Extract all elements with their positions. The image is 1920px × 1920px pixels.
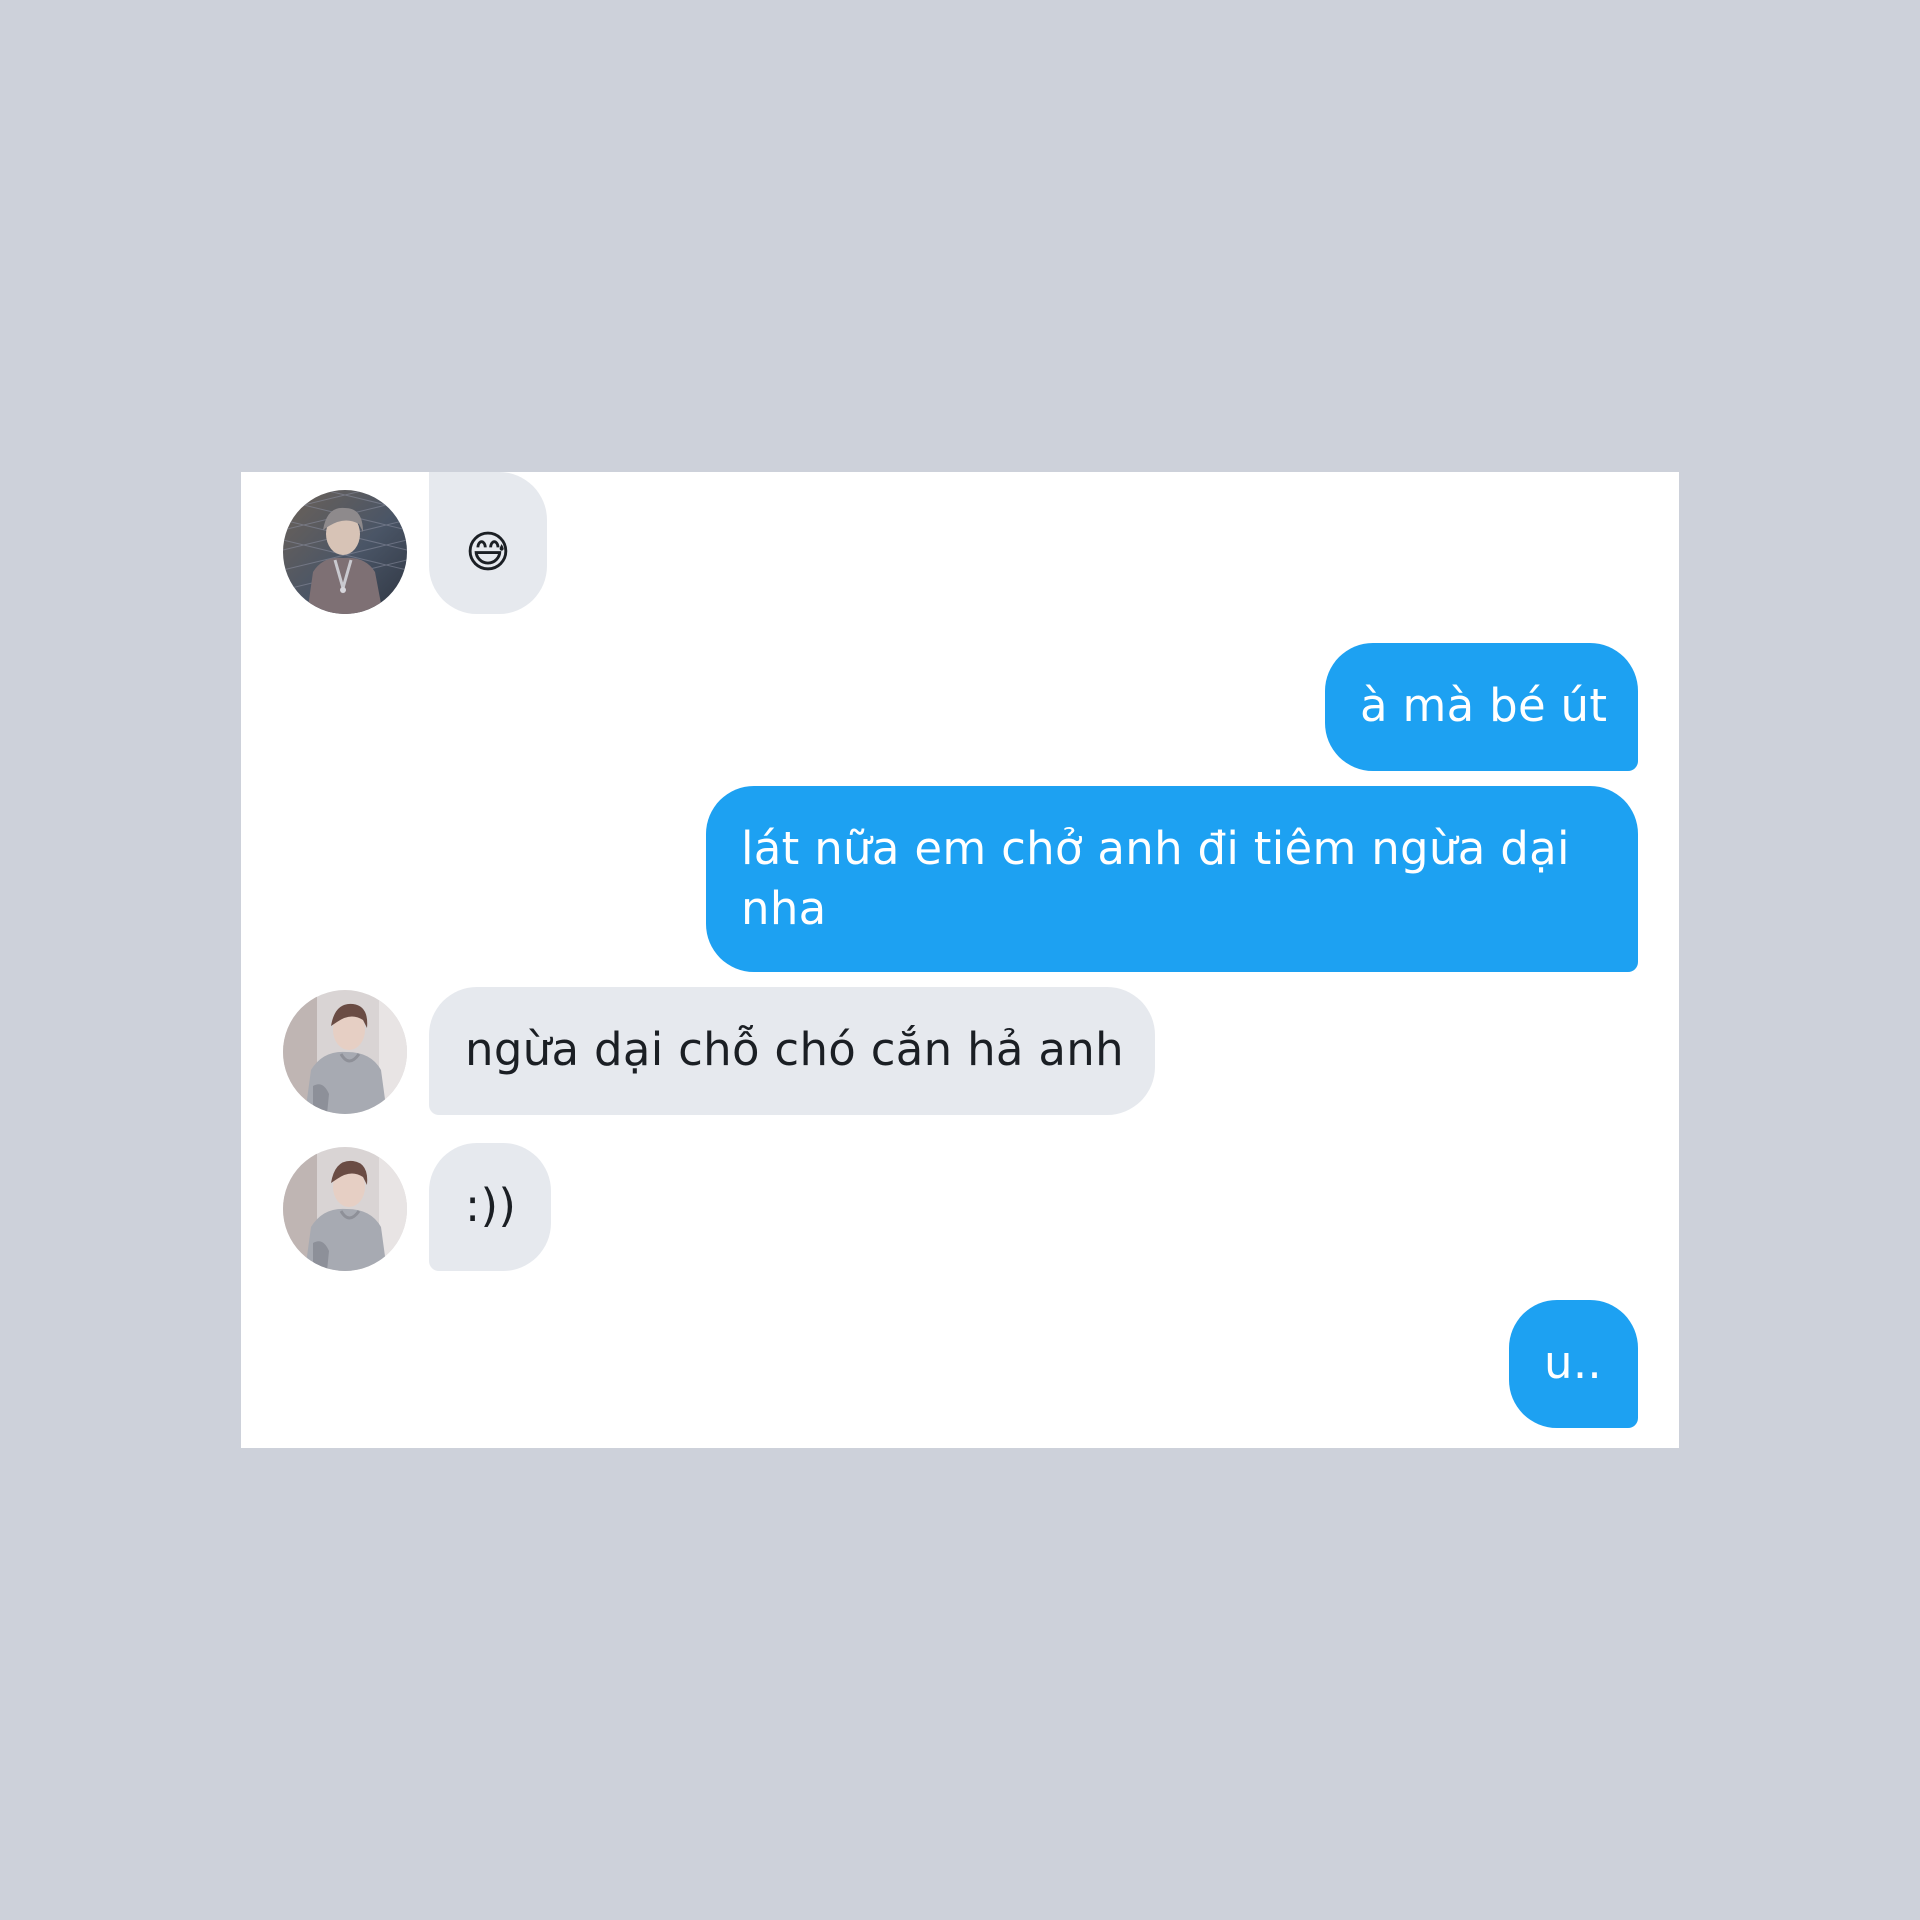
sender-avatar[interactable] [283, 490, 407, 614]
message-text: u.. [1544, 1336, 1603, 1389]
avatar-photo-icon [283, 490, 407, 614]
message-text: lát nữa em chở anh đi tiêm ngừa dại nha [741, 822, 1570, 935]
sweat-smile-emoji-icon: 😅 [465, 527, 512, 578]
message-text: à mà bé út [1360, 679, 1608, 732]
outgoing-message-bubble[interactable]: u.. [1509, 1300, 1638, 1428]
sender-avatar[interactable] [283, 990, 407, 1114]
message-text: ngừa dại chỗ chó cắn hả anh [465, 1023, 1124, 1076]
message-text: :)) [465, 1179, 517, 1232]
sender-avatar[interactable] [283, 1147, 407, 1271]
incoming-message-bubble[interactable]: 😅 [429, 472, 547, 614]
incoming-message-bubble[interactable]: ngừa dại chỗ chó cắn hả anh [429, 987, 1155, 1115]
avatar-photo-icon [283, 990, 407, 1114]
outgoing-message-bubble[interactable]: lát nữa em chở anh đi tiêm ngừa dại nha [706, 786, 1638, 972]
outgoing-message-bubble[interactable]: à mà bé út [1325, 643, 1638, 771]
avatar-photo-icon [283, 1147, 407, 1271]
incoming-message-bubble[interactable]: :)) [429, 1143, 551, 1271]
dm-conversation-card: 😅 à mà bé út lát nữa em chở anh đi tiêm … [241, 472, 1679, 1448]
